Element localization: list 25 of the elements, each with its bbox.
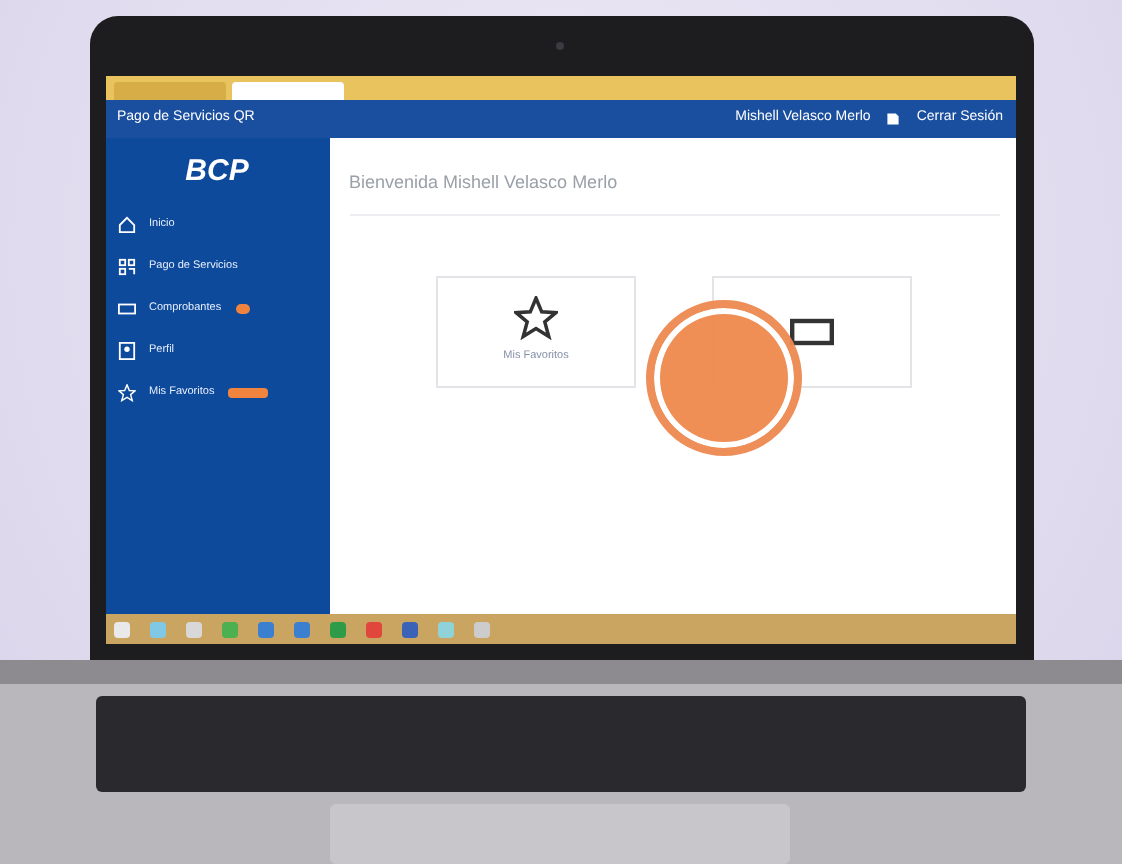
taskbar-app-icon[interactable] (293, 621, 309, 637)
taskbar-app-icon[interactable] (257, 621, 273, 637)
taskbar-app-icon[interactable] (437, 621, 453, 637)
browser-tab[interactable] (113, 82, 225, 100)
camera-icon (555, 42, 563, 50)
browser-tab[interactable] (231, 82, 343, 100)
taskbar-app-icon[interactable] (113, 621, 129, 637)
welcome-heading: Bienvenida Mishell Velasco Merlo (349, 170, 999, 215)
taskbar-app-icon[interactable] (185, 621, 201, 637)
taskbar-app-icon[interactable] (149, 621, 165, 637)
ticket-icon (117, 299, 135, 317)
qr-code-icon (117, 257, 135, 275)
document-icon (886, 112, 901, 126)
star-icon (514, 296, 558, 341)
profile-icon (117, 341, 135, 359)
taskbar-app-icon[interactable] (221, 621, 237, 637)
taskbar-app-icon[interactable] (329, 621, 345, 637)
logo: BCP (185, 152, 249, 192)
home-icon (117, 215, 135, 233)
taskbar-app-icon[interactable] (473, 621, 489, 637)
taskbar-app-icon[interactable] (365, 621, 381, 637)
notification-marker (235, 303, 250, 313)
taskbar-app-icon[interactable] (401, 621, 417, 637)
tag-marker (228, 387, 269, 397)
star-icon (117, 383, 135, 401)
